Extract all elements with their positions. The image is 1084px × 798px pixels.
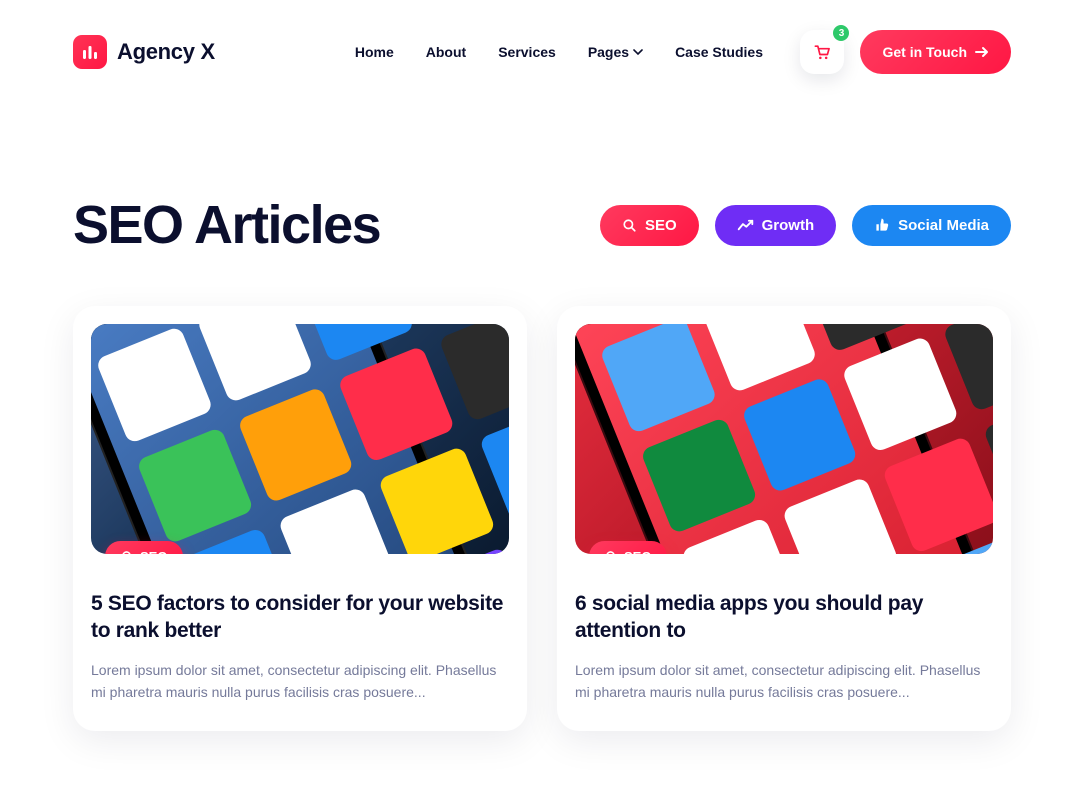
app-icon [841, 335, 959, 453]
article-title: 6 social media apps you should pay atten… [575, 590, 993, 645]
app-icon [740, 376, 858, 494]
cart-count-badge: 3 [833, 25, 849, 41]
article-tag[interactable]: SEO [105, 541, 183, 554]
filter-pill-seo[interactable]: SEO [600, 205, 699, 246]
pill-label: Growth [762, 217, 815, 234]
arrow-right-icon [975, 46, 989, 58]
app-icon [277, 486, 395, 554]
logo-mark-icon [73, 35, 107, 69]
nav-item-pages[interactable]: Pages [588, 44, 643, 60]
app-icon [337, 345, 455, 463]
app-icon [882, 436, 993, 554]
nav-item-case-studies[interactable]: Case Studies [675, 44, 763, 60]
tag-label: SEO [624, 549, 651, 554]
get-in-touch-button[interactable]: Get in Touch [860, 30, 1011, 74]
filter-pill-growth[interactable]: Growth [715, 205, 837, 246]
search-icon [121, 550, 134, 554]
app-icon [700, 324, 818, 393]
phone-screen [91, 324, 498, 554]
article-tag[interactable]: SEO [589, 541, 667, 554]
chevron-down-icon [633, 47, 643, 57]
article-excerpt: Lorem ipsum dolor sit amet, consectetur … [575, 659, 993, 704]
tag-label: SEO [140, 549, 167, 554]
app-icon [599, 324, 717, 434]
app-icon [781, 476, 899, 554]
main-nav: Home About Services Pages Case Studies [355, 44, 763, 60]
brand-logo[interactable]: Agency X [73, 35, 215, 69]
article-card[interactable]: SEO 5 SEO factors to consider for your w… [73, 306, 527, 731]
app-icon [640, 417, 758, 535]
pill-label: Social Media [898, 217, 989, 234]
pill-label: SEO [645, 217, 677, 234]
app-icon [95, 326, 213, 444]
brand-name: Agency X [117, 39, 215, 65]
filter-pill-social-media[interactable]: Social Media [852, 205, 1011, 246]
page-title: SEO Articles [73, 194, 380, 256]
nav-item-home[interactable]: Home [355, 44, 394, 60]
app-icon [196, 324, 314, 403]
article-card[interactable]: SEO 6 social media apps you should pay a… [557, 306, 1011, 731]
cart-button[interactable]: 3 [800, 30, 844, 74]
cta-label: Get in Touch [882, 44, 967, 60]
phone-screen [575, 324, 993, 554]
nav-item-about[interactable]: About [426, 44, 466, 60]
article-cards: SEO 5 SEO factors to consider for your w… [73, 306, 1011, 731]
trend-icon [737, 218, 754, 232]
app-icon [438, 324, 509, 422]
app-icon [236, 386, 354, 504]
site-header: Agency X Home About Services Pages Case … [73, 0, 1011, 104]
article-title: 5 SEO factors to consider for your websi… [91, 590, 509, 645]
filter-pills: SEO Growth Social Media [600, 205, 1011, 246]
nav-item-services[interactable]: Services [498, 44, 556, 60]
article-image: SEO [575, 324, 993, 554]
phone-mockup [91, 324, 509, 554]
nav-item-label: Pages [588, 44, 629, 60]
app-icon [136, 427, 254, 545]
cart-icon [812, 42, 832, 62]
article-excerpt: Lorem ipsum dolor sit amet, consectetur … [91, 659, 509, 704]
page-heading-row: SEO Articles SEO Growth Social Media [73, 194, 1011, 256]
search-icon [622, 218, 637, 233]
thumb-icon [874, 217, 890, 233]
article-image: SEO [91, 324, 509, 554]
search-icon [605, 550, 618, 554]
phone-mockup [575, 324, 993, 554]
app-icon [378, 446, 496, 554]
header-actions: 3 Get in Touch [800, 30, 1011, 74]
